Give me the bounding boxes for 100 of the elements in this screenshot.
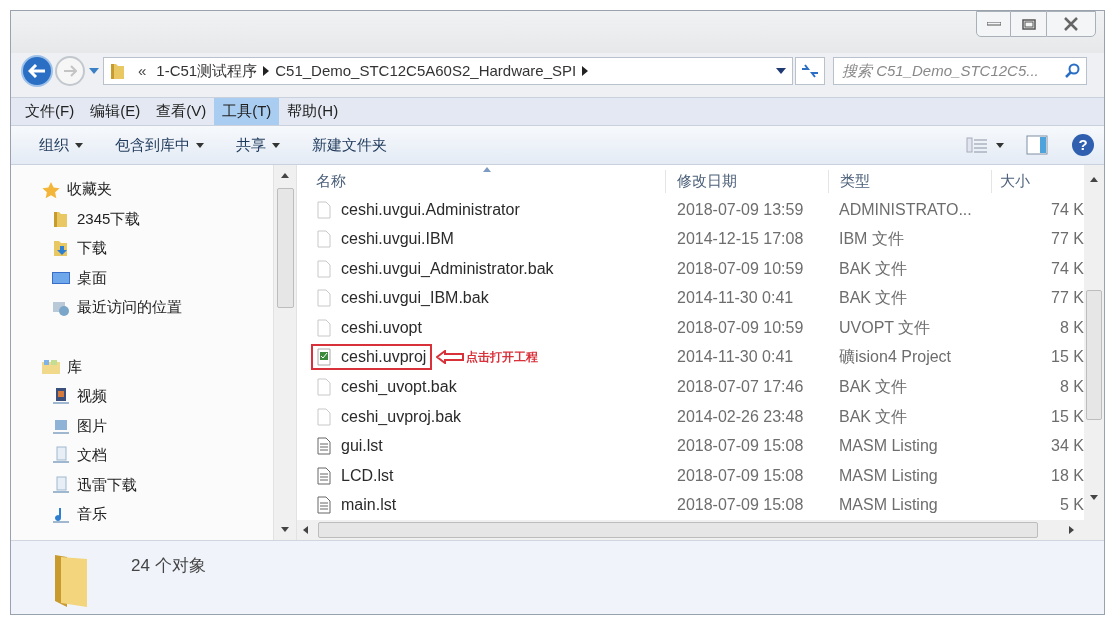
file-row[interactable]: LCD.lst 2018-07-09 15:08 MASM Listing 18 K xyxy=(297,460,1084,491)
horizontal-scrollbar[interactable] xyxy=(297,520,1104,540)
file-row[interactable]: main.lst 2018-07-09 15:08 MASM Listing 5 K xyxy=(297,490,1084,520)
forward-arrow-icon xyxy=(63,65,77,77)
blank-file-icon xyxy=(317,318,331,337)
view-options-button[interactable] xyxy=(966,137,1004,153)
blank-file-icon xyxy=(317,200,331,219)
caret-icon xyxy=(196,142,204,148)
file-row[interactable]: ceshi_uvopt.bak 2018-07-07 17:46 BAK 文件 8 K xyxy=(297,372,1084,402)
date-cell-text: 2014-11-30 0:41 xyxy=(676,288,795,309)
vertical-scrollbar[interactable] xyxy=(273,165,297,540)
nav-item[interactable]: 桌面 xyxy=(41,263,273,293)
menu-item[interactable]: 查看(V) xyxy=(148,98,215,125)
close-button[interactable] xyxy=(1046,11,1096,37)
details-view-icon xyxy=(966,137,988,153)
file-row[interactable]: ceshi.uvgui_Administrator.bak 2018-07-09 10:59 BAK 文件 74 K xyxy=(297,254,1084,284)
nav-group[interactable]: 库 xyxy=(41,352,273,382)
preview-pane-icon[interactable] xyxy=(1026,135,1048,155)
scrollbar-thumb[interactable] xyxy=(1086,290,1102,420)
back-button[interactable] xyxy=(21,55,53,87)
video-library-icon xyxy=(51,387,71,406)
scroll-left-icon[interactable] xyxy=(303,526,308,534)
size-cell-text: 77 K xyxy=(1050,229,1084,250)
size-cell-text: 15 K xyxy=(1050,347,1084,368)
size-cell-text: 15 K xyxy=(1050,406,1084,427)
help-button[interactable]: ? xyxy=(1072,134,1094,156)
type-cell-text: BAK 文件 xyxy=(838,377,909,397)
scrollbar-thumb[interactable] xyxy=(276,188,294,308)
file-row[interactable]: ceshi_uvproj.bak 2014-02-26 23:48 BAK 文件 15 K xyxy=(297,401,1084,432)
history-dropdown[interactable] xyxy=(87,68,101,74)
scroll-up-icon[interactable] xyxy=(1090,177,1098,182)
nav-item[interactable]: 最近访问的位置 xyxy=(41,292,273,323)
blank-file-icon xyxy=(317,259,331,278)
maximize-icon xyxy=(1021,18,1036,30)
file-name: ceshi_uvproj.bak xyxy=(341,406,462,427)
chevron-right-icon[interactable] xyxy=(263,66,270,76)
nav-item[interactable]: 图片 xyxy=(41,410,273,441)
menu-item[interactable]: 工具(T) xyxy=(214,98,280,125)
nav-item[interactable]: 视频 xyxy=(41,381,273,411)
file-name: gui.lst xyxy=(341,436,383,457)
type-cell-text: UVOPT 文件 xyxy=(838,317,932,338)
vertical-scrollbar[interactable] xyxy=(1084,165,1104,520)
maximize-button[interactable] xyxy=(1011,11,1046,37)
date-cell-text: 2018-07-09 15:08 xyxy=(676,495,805,516)
toolbar-button[interactable]: 新建文件夹 xyxy=(304,133,395,157)
star-icon xyxy=(41,180,61,199)
back-arrow-icon xyxy=(28,64,46,78)
nav-item[interactable]: 音乐 xyxy=(41,499,273,530)
scrollbar-thumb[interactable] xyxy=(318,522,1038,538)
nav-item[interactable]: 迅雷下载 xyxy=(41,470,273,500)
file-name: main.lst xyxy=(341,495,397,516)
file-name: ceshi.uvproj xyxy=(341,347,427,368)
file-row[interactable]: ceshi.uvgui.Administrator 2018-07-09 13:59 ADMINISTRATO... 74 K xyxy=(297,194,1084,225)
breadcrumb[interactable]: 1-C51测试程序 xyxy=(156,59,258,83)
menu-item[interactable]: 文件(F) xyxy=(17,98,83,125)
file-row[interactable]: ceshi.uvopt 2018-07-09 10:59 UVOPT 文件 8 K xyxy=(297,313,1084,343)
breadcrumb[interactable]: C51_Demo_STC12C5A60S2_Hardware_SPI xyxy=(275,59,577,83)
menu-item[interactable]: 帮助(H) xyxy=(279,98,347,125)
date-cell-text: 2014-12-15 17:08 xyxy=(676,229,805,250)
address-bar[interactable]: « 1-C51测试程序 C51_Demo_STC12C5A60S2_Hardware_SPI xyxy=(103,57,793,85)
column-header[interactable]: 类型 xyxy=(828,170,991,193)
file-row[interactable]: ceshi.uvgui.IBM 2014-12-15 17:08 IBM 文件 77 K xyxy=(297,224,1084,255)
size-cell-text: 34 K xyxy=(1050,436,1084,457)
file-row[interactable]: ceshi.uvproj 点击打开工程 2014-11-30 0:41 礦ision4 Project 15 K xyxy=(297,342,1084,373)
caret-icon xyxy=(75,142,83,148)
minimize-icon xyxy=(986,22,1001,26)
caret-icon xyxy=(996,142,1004,148)
file-name: ceshi.uvopt xyxy=(341,317,422,338)
breadcrumb-overflow[interactable]: « xyxy=(134,59,151,83)
scroll-right-icon[interactable] xyxy=(1069,526,1074,534)
type-cell-text: BAK 文件 xyxy=(838,258,909,279)
size-cell-text: 5 K xyxy=(1059,495,1084,516)
scroll-down-icon[interactable] xyxy=(1090,495,1098,500)
nav-item[interactable]: 文档 xyxy=(41,440,273,471)
search-field[interactable]: 搜索 C51_Demo_STC12C5... xyxy=(833,57,1087,85)
date-cell-text: 2018-07-07 17:46 xyxy=(676,377,805,397)
file-name: LCD.lst xyxy=(341,465,394,486)
nav-item[interactable]: 2345下载 xyxy=(41,204,273,234)
menu-item[interactable]: 编辑(E) xyxy=(82,98,149,125)
type-cell-text: IBM 文件 xyxy=(838,229,905,250)
scroll-up-icon[interactable] xyxy=(281,173,289,178)
type-cell-text: MASM Listing xyxy=(838,436,939,457)
chevron-right-icon[interactable] xyxy=(582,66,589,76)
size-cell-text: 74 K xyxy=(1050,199,1084,220)
date-cell-text: 2018-07-09 10:59 xyxy=(676,317,805,338)
column-header[interactable]: 修改日期 xyxy=(665,170,828,193)
toolbar-button[interactable]: 共享 xyxy=(228,133,288,157)
refresh-button[interactable] xyxy=(795,57,825,85)
file-name: ceshi.uvgui.Administrator xyxy=(341,199,520,220)
file-name: ceshi_uvopt.bak xyxy=(341,377,457,397)
caret-icon[interactable] xyxy=(776,68,786,74)
nav-item[interactable]: 下载 xyxy=(41,233,273,264)
size-cell-text: 18 K xyxy=(1050,465,1084,486)
toolbar-button[interactable]: 包含到库中 xyxy=(107,133,212,157)
column-header[interactable]: 名称 xyxy=(297,170,665,193)
scroll-down-icon[interactable] xyxy=(281,527,289,532)
file-row[interactable]: gui.lst 2018-07-09 15:08 MASM Listing 34 K xyxy=(297,431,1084,461)
toolbar-button[interactable]: 组织 xyxy=(31,133,91,157)
file-row[interactable]: ceshi.uvgui_IBM.bak 2014-11-30 0:41 BAK 文件 77 K xyxy=(297,283,1084,314)
nav-group[interactable]: 收藏夹 xyxy=(41,175,273,204)
